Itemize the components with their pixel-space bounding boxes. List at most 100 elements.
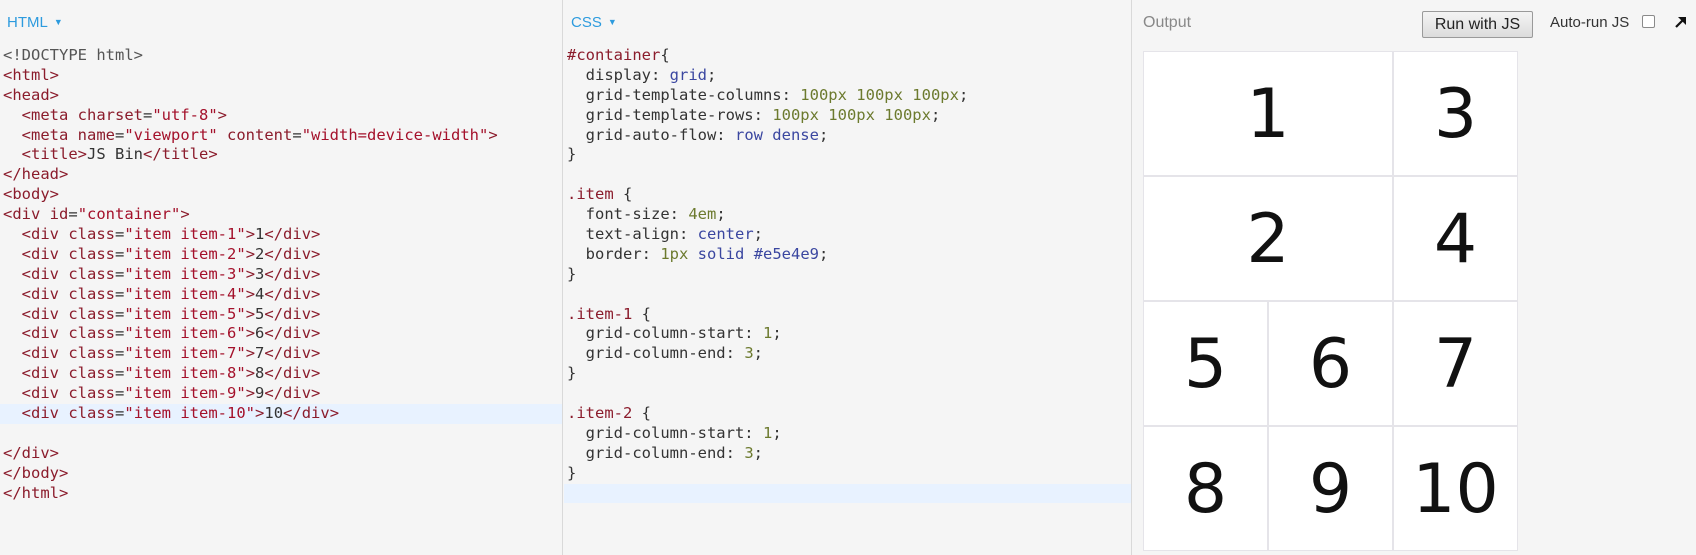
grid-item: 9 [1268, 426, 1393, 551]
code-line[interactable]: <div class="item item-6">6</div> [0, 324, 562, 344]
code-line[interactable]: grid-column-end: 3; [564, 444, 1131, 464]
code-token: grid-auto-flow: [567, 125, 735, 144]
run-with-js-button[interactable]: Run with JS [1422, 11, 1533, 38]
code-line[interactable]: .item-1 { [564, 305, 1131, 325]
code-line[interactable]: <!DOCTYPE html> [0, 46, 562, 66]
html-code-editor[interactable]: <!DOCTYPE html> <html> <head> <meta charse… [0, 46, 562, 503]
code-token: 3 [744, 344, 754, 363]
code-line[interactable]: <div class="item item-7">7</div> [0, 344, 562, 364]
code-token: 1px [660, 244, 689, 263]
code-token: 100px 100px 100px [772, 105, 931, 124]
code-line[interactable]: display: grid; [564, 66, 1131, 86]
code-line[interactable]: <meta charset="utf-8"> [0, 106, 562, 126]
code-token: grid-template-columns: [567, 85, 801, 104]
code-token: = [115, 304, 125, 323]
grid-item: 5 [1143, 301, 1268, 426]
css-panel-label: CSS [571, 14, 602, 31]
caret-down-icon[interactable]: ▼ [54, 17, 63, 27]
code-token: </div> [264, 264, 321, 283]
code-line[interactable]: <html> [0, 66, 562, 86]
code-line[interactable] [0, 424, 562, 444]
code-line[interactable]: <div class="item item-5">5</div> [0, 305, 562, 325]
code-line[interactable]: <div class="item item-1">1</div> [0, 225, 562, 245]
code-line[interactable]: <title>JS Bin</title> [0, 145, 562, 165]
code-line[interactable]: </div> [0, 444, 562, 464]
code-token: ; [753, 225, 763, 244]
code-line[interactable]: <div class="item item-10">10</div> [0, 404, 562, 424]
html-editor-panel: HTML ▼ <!DOCTYPE html> <html> <head> <meta … [0, 0, 563, 555]
autorun-js-checkbox[interactable] [1642, 15, 1655, 28]
code-line[interactable]: <div class="item item-2">2</div> [0, 245, 562, 265]
code-token: solid [697, 244, 745, 263]
code-line[interactable]: #container{ [564, 46, 1131, 66]
code-line[interactable]: <head> [0, 86, 562, 106]
code-line[interactable] [564, 165, 1131, 185]
code-line[interactable]: grid-column-start: 1; [564, 424, 1131, 444]
code-line[interactable]: <div class="item item-9">9</div> [0, 384, 562, 404]
code-token: { [613, 185, 633, 204]
html-panel-tab[interactable]: HTML ▼ [7, 14, 63, 31]
code-line[interactable]: grid-template-columns: 100px 100px 100px… [564, 86, 1131, 106]
code-line[interactable]: </body> [0, 464, 562, 484]
code-line[interactable]: <div class="item item-3">3</div> [0, 265, 562, 285]
code-line[interactable] [564, 384, 1131, 404]
code-token: > [217, 105, 228, 124]
code-token: class [68, 284, 116, 303]
code-line[interactable]: <body> [0, 185, 562, 205]
popout-arrow-icon[interactable] [1672, 13, 1690, 31]
code-line[interactable] [564, 285, 1131, 305]
css-code-editor[interactable]: #container{ display: grid; grid-template… [564, 46, 1131, 504]
grid-item: 4 [1393, 176, 1518, 301]
code-token: "item item-7" [124, 344, 246, 363]
code-token: </div> [264, 225, 321, 244]
code-token: > [245, 384, 256, 403]
code-line[interactable]: font-size: 4em; [564, 205, 1131, 225]
code-token: </div> [3, 443, 59, 462]
code-token: = [115, 384, 125, 403]
code-token: "item item-3" [124, 264, 246, 283]
code-token: </div> [264, 324, 321, 343]
code-line[interactable] [564, 483, 1131, 504]
code-line[interactable]: grid-template-rows: 100px 100px 100px; [564, 106, 1131, 126]
code-token: name [77, 125, 115, 144]
code-token: class [68, 344, 116, 363]
code-line[interactable]: border: 1px solid #e5e4e9; [564, 245, 1131, 265]
code-token: <div [21, 264, 69, 283]
code-token: <div [21, 364, 69, 383]
code-line[interactable]: grid-column-end: 3; [564, 344, 1131, 364]
code-line[interactable]: } [564, 464, 1131, 484]
code-token: > [245, 225, 256, 244]
code-token: grid-column-end: [567, 443, 745, 462]
code-line[interactable]: .item { [564, 185, 1131, 205]
code-line[interactable]: <meta name="viewport" content="width=dev… [0, 126, 562, 146]
code-token: </div> [264, 384, 321, 403]
code-token: </head> [3, 165, 69, 184]
code-line[interactable]: } [564, 145, 1131, 165]
code-token: "width=device-width" [301, 125, 489, 144]
html-panel-label: HTML [7, 14, 48, 31]
code-line[interactable]: } [564, 364, 1131, 384]
code-token: "item item-2" [124, 244, 246, 263]
code-token: <title> [21, 145, 87, 164]
code-token: class [68, 384, 116, 403]
code-token: { [660, 46, 670, 64]
caret-down-icon[interactable]: ▼ [608, 17, 617, 27]
code-token: ; [772, 324, 782, 343]
code-token: <div [21, 344, 69, 363]
code-token: 100px 100px 100px [800, 85, 959, 104]
code-line[interactable]: </html> [0, 484, 562, 504]
code-line[interactable]: .item-2 { [564, 404, 1131, 424]
code-line[interactable]: </head> [0, 165, 562, 185]
code-line[interactable]: <div class="item item-4">4</div> [0, 285, 562, 305]
code-line[interactable]: grid-column-start: 1; [564, 324, 1131, 344]
code-line[interactable]: text-align: center; [564, 225, 1131, 245]
css-panel-tab[interactable]: CSS ▼ [571, 14, 617, 31]
code-line[interactable]: <div class="item item-8">8</div> [0, 364, 562, 384]
code-token: .item-1 [567, 304, 633, 323]
code-line[interactable]: grid-auto-flow: row dense; [564, 126, 1131, 146]
code-line[interactable]: <div id="container"> [0, 205, 562, 225]
code-line[interactable]: } [564, 265, 1131, 285]
